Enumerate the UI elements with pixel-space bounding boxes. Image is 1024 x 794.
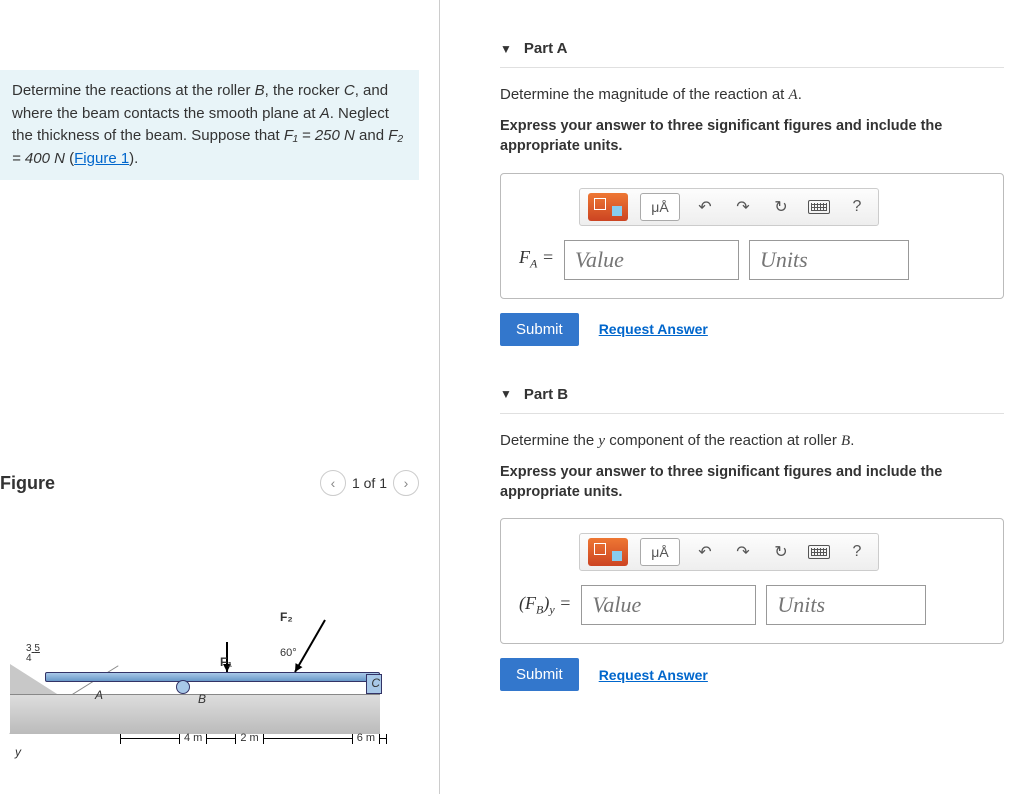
part-b-prompt: Determine the y component of the reactio… [500, 432, 1004, 450]
part-b-units-input[interactable] [766, 585, 926, 625]
undo-icon[interactable]: ↶ [692, 538, 718, 566]
figure-link[interactable]: Figure 1 [74, 150, 129, 167]
figure-diagram: F₁ F₂ 60° 3 54 A B C 4 m 2 m 6 m y [0, 544, 419, 774]
figure-prev-button[interactable]: ‹ [320, 470, 346, 496]
part-a-request-answer-link[interactable]: Request Answer [599, 321, 708, 337]
answer-toolbar: μÅ ↶ ↷ ↻ ? [579, 188, 879, 226]
templates-icon[interactable] [588, 538, 628, 566]
undo-icon[interactable]: ↶ [692, 193, 718, 221]
part-a-title: Part A [524, 40, 568, 57]
part-a-prompt: Determine the magnitude of the reaction … [500, 86, 1004, 104]
keyboard-icon[interactable] [806, 538, 832, 566]
redo-icon[interactable]: ↷ [730, 193, 756, 221]
part-b-header[interactable]: ▼ Part B [500, 376, 1004, 414]
collapse-icon: ▼ [500, 387, 512, 401]
part-a-value-input[interactable] [564, 240, 739, 280]
redo-icon[interactable]: ↷ [730, 538, 756, 566]
help-icon[interactable]: ? [844, 193, 870, 221]
units-symbol-button[interactable]: μÅ [640, 193, 680, 221]
part-b-instruction: Express your answer to three significant… [500, 462, 1004, 503]
figure-title: Figure [0, 473, 55, 494]
figure-page-indicator: 1 of 1 [352, 475, 387, 491]
part-a-lhs: FA = [519, 247, 554, 272]
templates-icon[interactable] [588, 193, 628, 221]
problem-statement: Determine the reactions at the roller B,… [0, 70, 419, 180]
part-b-value-input[interactable] [581, 585, 756, 625]
part-a-submit-button[interactable]: Submit [500, 313, 579, 346]
part-a-answer-box: μÅ ↶ ↷ ↻ ? FA = [500, 173, 1004, 299]
reset-icon[interactable]: ↻ [768, 193, 794, 221]
reset-icon[interactable]: ↻ [768, 538, 794, 566]
collapse-icon: ▼ [500, 42, 512, 56]
part-a-header[interactable]: ▼ Part A [500, 30, 1004, 68]
part-a-instruction: Express your answer to three significant… [500, 116, 1004, 157]
figure-pager: ‹ 1 of 1 › [320, 470, 419, 496]
part-a-units-input[interactable] [749, 240, 909, 280]
part-b-lhs: (FB)y = [519, 593, 571, 618]
part-b-request-answer-link[interactable]: Request Answer [599, 667, 708, 683]
help-icon[interactable]: ? [844, 538, 870, 566]
units-symbol-button[interactable]: μÅ [640, 538, 680, 566]
part-b-answer-box: μÅ ↶ ↷ ↻ ? (FB)y = [500, 518, 1004, 644]
answer-toolbar: μÅ ↶ ↷ ↻ ? [579, 533, 879, 571]
part-b-submit-button[interactable]: Submit [500, 658, 579, 691]
keyboard-icon[interactable] [806, 193, 832, 221]
figure-next-button[interactable]: › [393, 470, 419, 496]
part-b-title: Part B [524, 386, 568, 403]
